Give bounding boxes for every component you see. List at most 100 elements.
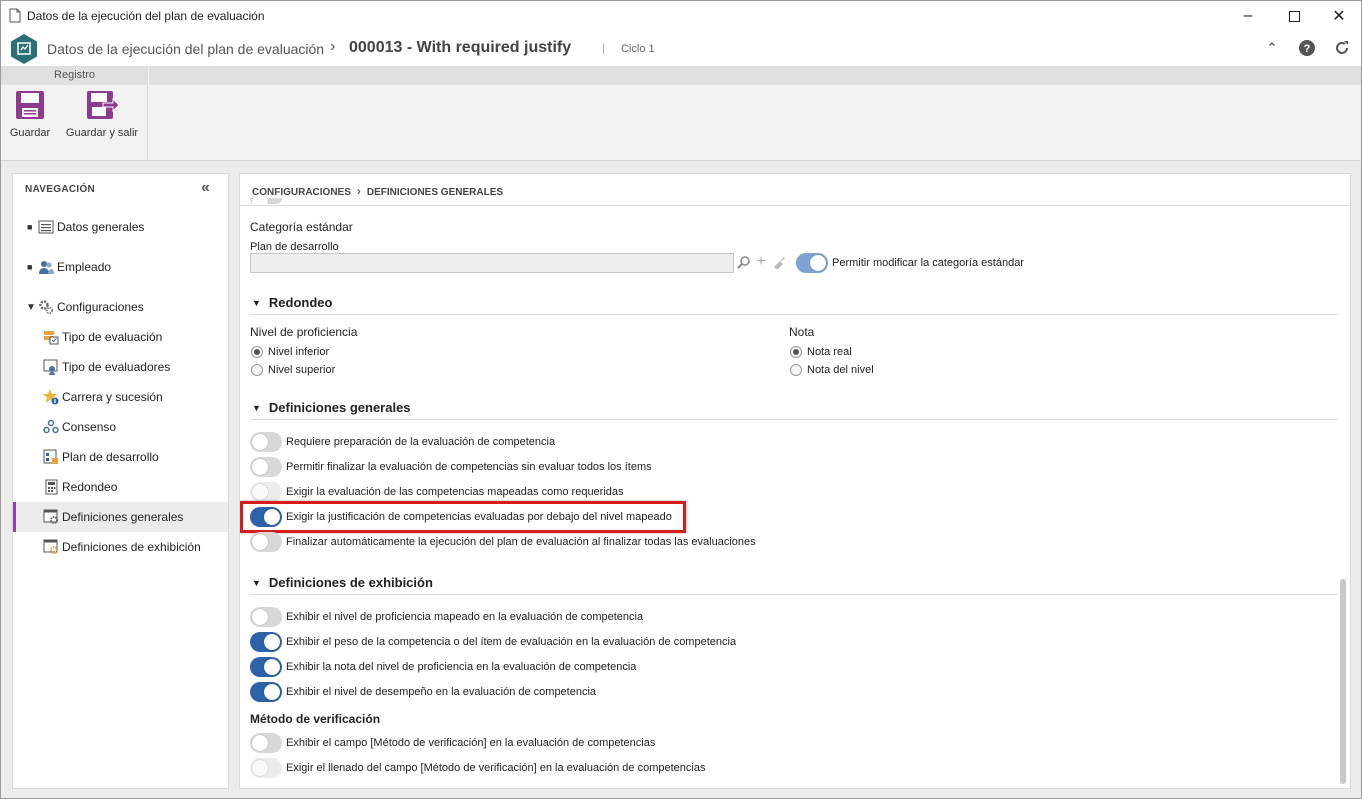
maximize-icon[interactable]	[1271, 1, 1317, 31]
toggle-label: Exhibir la nota del nivel de proficienci…	[286, 661, 637, 673]
display-settings-icon	[43, 539, 58, 554]
toggle-label: Exhibir el nivel de desempeño en la eval…	[286, 686, 597, 698]
refresh-icon[interactable]	[1332, 38, 1352, 58]
toggle-exhibir-peso[interactable]	[250, 632, 282, 652]
save-button[interactable]: Guardar	[7, 89, 53, 139]
ribbon-header-strip	[149, 67, 1361, 85]
nav-item-datos-generales[interactable]: ■ Datos generales	[13, 212, 228, 242]
radio-label: Nivel superior	[268, 364, 336, 376]
record-title: 000013 - With required justify	[349, 39, 572, 56]
application-window: Datos de la ejecución del plan de evalua…	[0, 0, 1362, 799]
search-icon[interactable]	[737, 255, 751, 271]
nav-subitem-carrera-sucesion[interactable]: Carrera y sucesión	[13, 382, 228, 412]
caret-down-icon: ▼	[252, 578, 261, 588]
nav-item-label: Redondeo	[62, 480, 118, 494]
toggle-exigir-evaluacion-requeridas[interactable]	[250, 482, 282, 502]
nav-item-label: Definiciones de exhibición	[62, 540, 201, 554]
toggle-label: Finalizar automáticamente la ejecución d…	[286, 536, 756, 548]
svg-text:?: ?	[1304, 43, 1311, 55]
save-label: Guardar	[9, 127, 51, 139]
nav-subitem-tipo-evaluacion[interactable]: Tipo de evaluación	[13, 322, 228, 352]
section-title: Definiciones generales	[268, 400, 411, 415]
toggle-permitir-finalizar[interactable]	[250, 457, 282, 477]
add-icon[interactable]: +	[754, 254, 768, 271]
toggle-requiere-preparacion[interactable]	[250, 432, 282, 452]
ribbon-toolbar: Registro Guardar Guardar y salir	[1, 67, 1361, 161]
consensus-icon	[43, 419, 59, 434]
navigation-heading: NAVEGACIÓN	[25, 184, 96, 195]
caret-down-icon: ▼	[252, 403, 261, 413]
settings-window-icon	[43, 509, 58, 524]
radio-label: Nota real	[807, 346, 852, 358]
toggle-label: Requiere preparación de la evaluación de…	[286, 436, 556, 448]
breadcrumb-item[interactable]: CONFIGURACIONES	[252, 187, 351, 198]
collapse-left-icon[interactable]: «	[201, 179, 210, 197]
nav-subitem-plan-desarrollo[interactable]: Plan de desarrollo	[13, 442, 228, 472]
app-logo-icon	[11, 34, 37, 64]
module-title: Datos de la ejecución del plan de evalua…	[47, 41, 325, 57]
list-icon	[38, 220, 54, 234]
nav-subitem-consenso[interactable]: Consenso	[13, 412, 228, 442]
nav-item-label: Tipo de evaluación	[62, 330, 163, 344]
modify-category-label: Permitir modificar la categoría estándar	[832, 257, 1024, 269]
toggle-label: Exhibir el nivel de proficiencia mapeado…	[286, 611, 644, 623]
collapse-up-icon[interactable]: ⌃	[1262, 38, 1282, 58]
toggle-label: Exhibir el campo [Método de verificación…	[286, 737, 656, 749]
section-header-definiciones-generales[interactable]: ▼ Definiciones generales	[252, 400, 411, 415]
nav-subitem-definiciones-exhibicion[interactable]: Definiciones de exhibición	[13, 532, 228, 562]
nav-item-label: Configuraciones	[57, 300, 144, 314]
toggle-label: Exhibir el peso de la competencia o del …	[286, 636, 737, 648]
toggle-label: Exigir el llenado del campo [Método de v…	[286, 762, 706, 774]
breadcrumb: CONFIGURACIONES › DEFINICIONES GENERALES	[252, 184, 503, 198]
nav-item-configuraciones[interactable]: ▼ Configuraciones	[13, 292, 228, 322]
save-exit-label: Guardar y salir	[65, 127, 139, 139]
modify-category-toggle[interactable]	[796, 253, 828, 273]
radio-nivel-inferior[interactable]	[251, 346, 263, 358]
star-icon	[43, 389, 59, 405]
section-header-redondeo[interactable]: ▼ Redondeo	[252, 295, 332, 310]
toggle-exhibir-nivel-proficiencia[interactable]	[250, 607, 282, 627]
grade-label: Nota	[789, 325, 815, 339]
nav-subitem-tipo-evaluadores[interactable]: Tipo de evaluadores	[13, 352, 228, 382]
section-header-definiciones-exhibicion[interactable]: ▼ Definiciones de exhibición	[252, 575, 433, 590]
calculator-icon	[45, 479, 58, 495]
toggle-exigir-justificacion[interactable]	[250, 507, 282, 527]
nav-item-label: Definiciones generales	[62, 510, 184, 524]
development-plan-icon	[43, 449, 58, 464]
close-icon[interactable]: ✕	[1316, 1, 1362, 31]
save-and-exit-button[interactable]: Guardar y salir	[63, 89, 141, 139]
breadcrumb-item-current: DEFINICIONES GENERALES	[366, 187, 504, 198]
proficiency-label: Nivel de proficiencia	[250, 325, 358, 339]
minimize-icon[interactable]: –	[1225, 1, 1271, 31]
clear-icon[interactable]	[772, 255, 786, 271]
navigation-panel: NAVEGACIÓN « ■ Datos generales ■ Emplead…	[12, 173, 229, 789]
toggle-exigir-llenado-verificacion[interactable]	[250, 758, 282, 778]
toggle-exhibir-nivel-desempeno[interactable]	[250, 682, 282, 702]
section-title: Definiciones de exhibición	[268, 575, 433, 590]
nav-subitem-definiciones-generales[interactable]: Definiciones generales	[13, 502, 228, 532]
bullet-icon: ■	[27, 222, 33, 232]
nav-item-empleado[interactable]: ■ Empleado	[13, 252, 228, 282]
radio-label: Nota del nivel	[807, 364, 874, 376]
gears-icon	[39, 300, 54, 315]
toggle-finalizar-automaticamente[interactable]	[250, 532, 282, 552]
section-divider	[250, 594, 1338, 595]
toggle-label: Permitir finalizar la evaluación de comp…	[286, 461, 652, 473]
nav-subitem-redondeo[interactable]: Redondeo	[13, 472, 228, 502]
toggle-label: Exigir la justificación de competencias …	[286, 511, 672, 523]
users-icon	[39, 261, 54, 274]
vertical-scrollbar[interactable]	[1340, 579, 1346, 784]
plan-desarrollo-field[interactable]	[250, 253, 734, 273]
toggle-exhibir-campo-verificacion[interactable]	[250, 733, 282, 753]
radio-nivel-superior[interactable]	[251, 364, 263, 376]
plan-field-label: Plan de desarrollo	[250, 241, 339, 253]
toggle-exhibir-nota-nivel[interactable]	[250, 657, 282, 677]
radio-nota-real[interactable]	[790, 346, 802, 358]
app-header: Datos de la ejecución del plan de evalua…	[1, 31, 1361, 67]
radio-nota-nivel[interactable]	[790, 364, 802, 376]
nav-item-label: Plan de desarrollo	[62, 450, 159, 464]
nav-item-label: Tipo de evaluadores	[62, 360, 171, 374]
help-icon[interactable]: ?	[1297, 38, 1317, 58]
nav-item-label: Carrera y sucesión	[62, 390, 163, 404]
nav-item-label: Consenso	[62, 420, 117, 434]
